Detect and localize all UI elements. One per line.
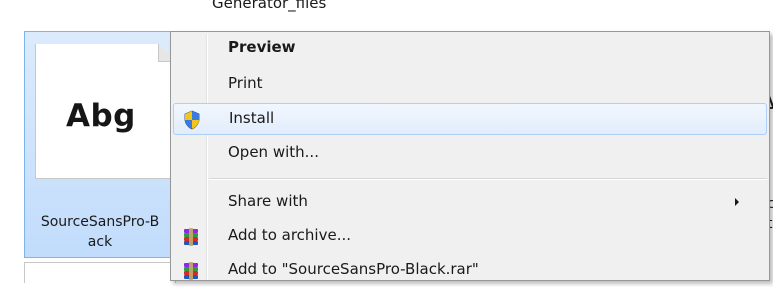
next-file-item[interactable] xyxy=(24,262,176,283)
menu-item-print[interactable]: Print xyxy=(173,69,767,101)
menu-item-add-to-archive[interactable]: Add to archive... xyxy=(173,221,767,253)
winrar-icon xyxy=(181,261,201,281)
menu-item-label: Share with xyxy=(228,192,308,210)
menu-item-label: Open with... xyxy=(228,143,319,161)
menu-item-install[interactable]: Install xyxy=(173,103,767,135)
menu-item-label: Print xyxy=(228,74,263,92)
menu-item-label: Preview xyxy=(228,38,296,56)
menu-item-open-with[interactable]: Open with... xyxy=(173,138,767,170)
uac-shield-icon xyxy=(182,110,202,130)
menu-separator xyxy=(209,178,767,180)
file-name-line-1: SourceSansPro-B xyxy=(40,214,160,230)
font-file-item[interactable]: Abg SourceSansPro-B ack xyxy=(24,31,176,258)
menu-item-label: Add to "SourceSansPro-Black.rar" xyxy=(228,260,479,278)
menu-item-label: Install xyxy=(229,109,275,127)
font-sample-text: Abg xyxy=(66,98,136,134)
menu-item-add-to-rar[interactable]: Add to "SourceSansPro-Black.rar" xyxy=(173,255,767,287)
font-file-thumbnail: Abg xyxy=(35,44,176,179)
submenu-arrow-icon xyxy=(735,198,739,206)
file-name-line-2: ack xyxy=(87,234,113,250)
menu-item-label: Add to archive... xyxy=(228,226,351,244)
menu-item-share-with[interactable]: Share with xyxy=(173,187,767,219)
winrar-icon xyxy=(181,227,201,247)
context-menu: Preview Print Install Open with... Share… xyxy=(170,31,770,281)
folder-label[interactable]: Generator_files xyxy=(212,0,326,12)
file-name-label: SourceSansPro-B ack xyxy=(25,212,175,252)
menu-item-preview[interactable]: Preview xyxy=(173,33,767,65)
